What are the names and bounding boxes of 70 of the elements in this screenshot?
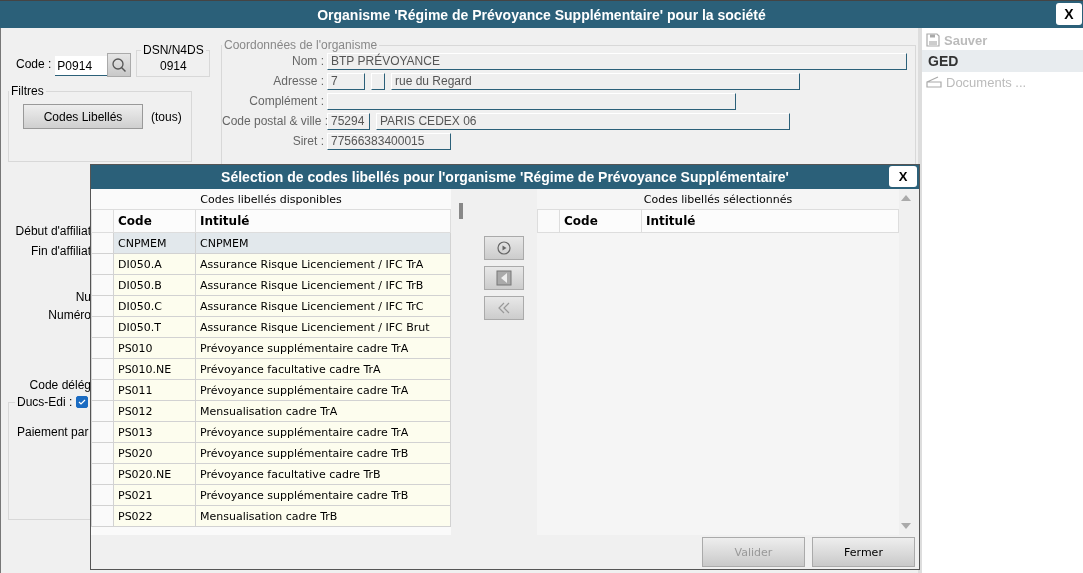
table-cell: Assurance Risque Licenciement / IFC Brut [195, 316, 451, 338]
dialog-button[interactable]: Fermer [812, 537, 915, 567]
table-cell: Assurance Risque Licenciement / IFC TrB [195, 274, 451, 296]
table-row[interactable]: PS013 Prévoyance supplémentaire cadre TrA [91, 421, 451, 443]
field-label: Nu [75, 290, 91, 304]
table-cell: Prévoyance supplémentaire cadre TrA [195, 421, 451, 443]
table-cell: Mensualisation cadre TrB [195, 505, 451, 527]
table-row[interactable]: PS022 Mensualisation cadre TrB [91, 505, 451, 527]
table-row[interactable]: DI050.B Assurance Risque Licenciement / IFC TrB [91, 274, 451, 296]
search-button[interactable] [107, 53, 132, 77]
search-icon [111, 57, 128, 73]
field-label: Siret : [291, 134, 324, 148]
table-row[interactable]: PS010.NE Prévoyance facultative cadre TrA [91, 358, 451, 380]
table-cell: Prévoyance supplémentaire cadre TrB [195, 484, 451, 506]
move-button[interactable] [484, 296, 524, 320]
move-button[interactable] [484, 236, 524, 260]
scrollbar-thumb[interactable] [459, 203, 463, 219]
field-label: Début d'affiliat [15, 224, 91, 238]
column-header[interactable]: Intitulé [195, 209, 451, 233]
field-label: Complément : [248, 94, 324, 108]
table-row[interactable]: DI050.A Assurance Risque Licenciement / IFC TrA [91, 253, 451, 275]
codes-button[interactable]: Codes Libellés [23, 104, 143, 129]
field-label: Fin d'affiliat [30, 244, 91, 258]
column-header[interactable]: Intitulé [641, 209, 899, 233]
table-cell: Mensualisation cadre TrA [195, 400, 451, 422]
close-button[interactable]: X [889, 166, 917, 187]
group-title: Filtres [10, 84, 45, 98]
group-title: DSN/N4DS [142, 43, 205, 57]
table-row[interactable]: PS012 Mensualisation cadre TrA [91, 400, 451, 422]
group-title: Coordonnées de l'organisme [223, 38, 379, 52]
field-label: Paiement par [17, 425, 89, 439]
table-cell: CNPMEM [195, 232, 451, 254]
table-cell: Prévoyance supplémentaire cadre TrA [195, 379, 451, 401]
dialog-title: Sélection de codes libellés pour l'organisme 'Régime de Prévoyance Supplémentaire' [221, 169, 789, 185]
section-header: GED [922, 50, 1083, 72]
column-header[interactable]: Code [559, 209, 642, 233]
field-label: Code délég [29, 378, 91, 392]
table-cell: Assurance Risque Licenciement / IFC TrA [195, 253, 451, 275]
move-button[interactable] [484, 266, 524, 290]
table-row[interactable]: DI050.T Assurance Risque Licenciement / IFC Brut [91, 316, 451, 338]
play-circle-icon [497, 241, 511, 255]
field-label: Nom : [291, 54, 324, 68]
table-cell: DI050.A [113, 253, 196, 275]
table-row[interactable]: PS021 Prévoyance supplémentaire cadre TrB [91, 484, 451, 506]
table-cell: Prévoyance facultative cadre TrB [195, 463, 451, 485]
double-chevron-icon [497, 302, 511, 314]
table-row[interactable]: DI050.C Assurance Risque Licenciement / IFC TrC [91, 295, 451, 317]
dsn-value: 0914 [159, 59, 188, 73]
column-header[interactable]: Code [113, 209, 196, 233]
table-row[interactable]: PS010 Prévoyance supplémentaire cadre TrA [91, 337, 451, 359]
field-label: Adresse : [272, 74, 324, 88]
table-row[interactable]: PS020 Prévoyance supplémentaire cadre TrB [91, 442, 451, 464]
field-label: Code : [16, 57, 52, 71]
table-row[interactable]: PS020.NE Prévoyance facultative cadre TrB [91, 463, 451, 485]
window-title: Organisme 'Régime de Prévoyance Supplémentaire' pour la société [317, 6, 766, 23]
scanner-icon [926, 76, 942, 88]
table-cell: Assurance Risque Licenciement / IFC TrC [195, 295, 451, 317]
code-field[interactable]: P0914 [55, 56, 108, 76]
filter-value: (tous) [151, 109, 182, 124]
table-cell: Prévoyance supplémentaire cadre TrB [195, 442, 451, 464]
table-caption: Codes libellés sélectionnés [642, 191, 794, 208]
table-row[interactable]: CNPMEM CNPMEM [91, 232, 451, 254]
table-cell: Prévoyance facultative cadre TrA [195, 358, 451, 380]
field-label: Numéro [48, 308, 91, 322]
table-row[interactable]: PS011 Prévoyance supplémentaire cadre TrA [91, 379, 451, 401]
close-button[interactable]: X [1056, 3, 1082, 25]
table-cell: Prévoyance supplémentaire cadre TrA [195, 337, 451, 359]
field-label: Ducs-Edi : [17, 395, 73, 409]
table-caption: Codes libellés disponibles [199, 191, 343, 208]
checkbox[interactable] [76, 396, 89, 408]
